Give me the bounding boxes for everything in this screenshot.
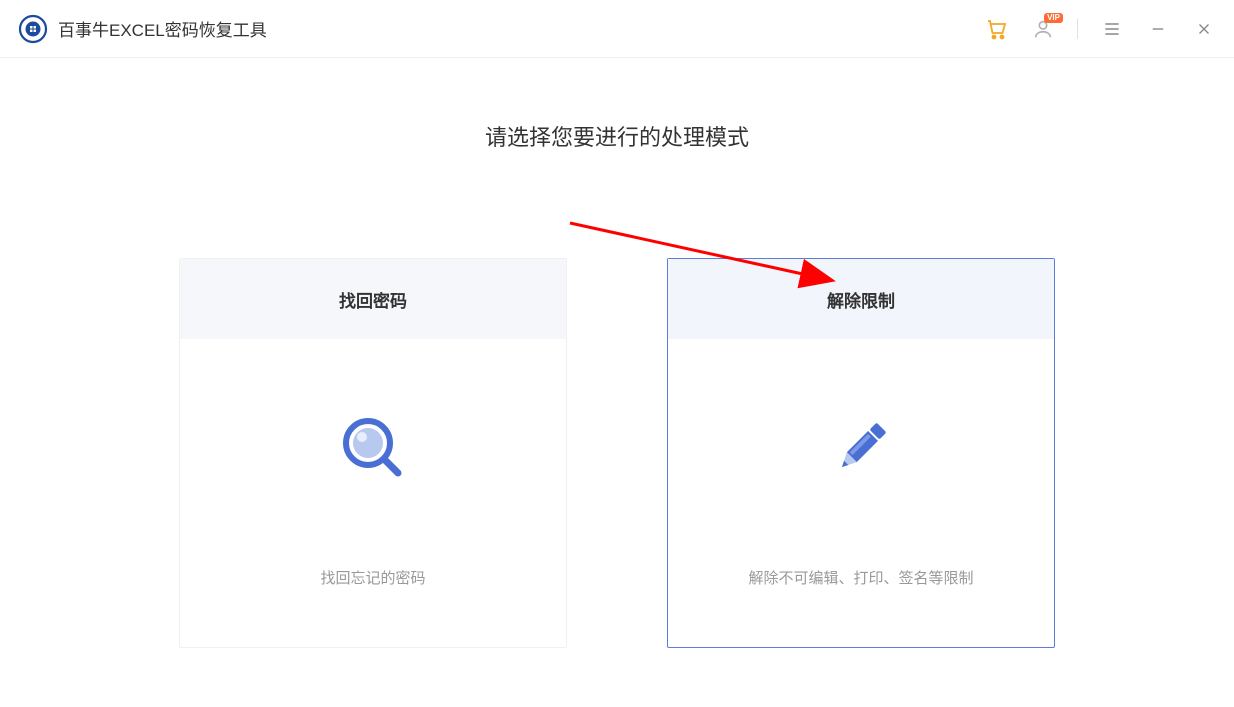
card-body (668, 339, 1054, 557)
remove-restriction-card[interactable]: 解除限制 解除不可编辑、打印、签名等限制 (667, 258, 1055, 648)
minimize-icon[interactable] (1146, 17, 1170, 41)
card-body (180, 339, 566, 557)
cart-icon[interactable] (985, 17, 1009, 41)
card-description: 找回忘记的密码 (180, 557, 566, 647)
magnifier-icon (338, 413, 408, 483)
card-title: 找回密码 (180, 259, 566, 339)
divider (1077, 19, 1078, 39)
titlebar: 百事牛EXCEL密码恢复工具 VIP (0, 0, 1234, 58)
close-icon[interactable] (1192, 17, 1216, 41)
mode-cards: 找回密码 找回忘记的密码 解除限制 (0, 258, 1234, 648)
menu-icon[interactable] (1100, 17, 1124, 41)
vip-badge: VIP (1044, 13, 1063, 23)
header-controls: VIP (985, 17, 1216, 41)
card-title: 解除限制 (668, 259, 1054, 339)
recover-password-card[interactable]: 找回密码 找回忘记的密码 (179, 258, 567, 648)
card-description: 解除不可编辑、打印、签名等限制 (668, 557, 1054, 647)
page-heading: 请选择您要进行的处理模式 (0, 120, 1234, 152)
app-logo-icon (18, 14, 48, 44)
main-content: 请选择您要进行的处理模式 找回密码 找回忘记的密码 解除限制 (0, 58, 1234, 648)
profile-icon[interactable]: VIP (1031, 17, 1055, 41)
app-title: 百事牛EXCEL密码恢复工具 (58, 16, 267, 41)
pencil-icon (826, 413, 896, 483)
